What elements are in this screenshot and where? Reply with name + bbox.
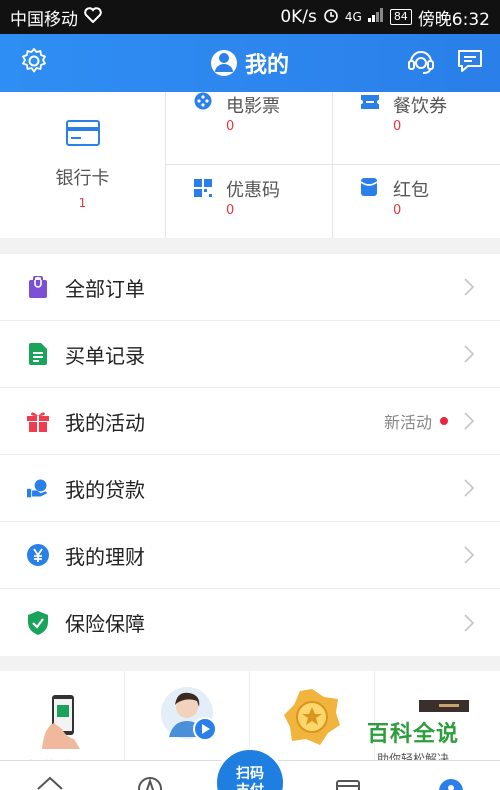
compass-icon xyxy=(136,775,164,790)
red-packet-icon xyxy=(360,178,379,196)
scan-pay-label-line1: 扫码 xyxy=(236,766,264,782)
chevron-right-icon xyxy=(464,278,475,296)
chevron-right-icon xyxy=(464,546,475,564)
menu-item-my-activities[interactable]: 我的活动 新活动 xyxy=(0,388,500,455)
star-badge-icon xyxy=(282,687,342,751)
gear-icon xyxy=(20,47,48,79)
customer-service-button[interactable] xyxy=(406,48,436,78)
dining-voucher-tile[interactable]: 餐饮券 0 xyxy=(333,92,500,165)
tab-mine[interactable] xyxy=(436,775,466,790)
menu-item-all-orders[interactable]: 全部订单 xyxy=(0,254,500,321)
tab-home[interactable] xyxy=(35,775,65,790)
menu-item-label: 全部订单 xyxy=(65,276,145,301)
shield-check-icon xyxy=(27,610,49,635)
phone-in-hand-icon xyxy=(40,693,90,753)
yuan-coin-icon xyxy=(27,543,49,567)
loan-hand-icon xyxy=(27,476,49,500)
alarm-icon xyxy=(323,7,339,28)
user-tab-icon xyxy=(437,775,465,790)
red-packet-count: 0 xyxy=(393,203,402,218)
menu-item-payment-records[interactable]: 买单记录 xyxy=(0,321,500,388)
page-header: 我的 xyxy=(0,34,500,92)
menu-item-my-loans[interactable]: 我的贷款 xyxy=(0,455,500,522)
network-speed: 0K/s xyxy=(280,7,317,27)
movie-ticket-label: 电影票 xyxy=(226,96,280,117)
network-type: 4G xyxy=(344,10,362,24)
status-bar: 中国移动 0K/s 4G 84 傍晚6:32 xyxy=(0,0,500,34)
movie-ticket-count: 0 xyxy=(226,119,235,134)
headset-icon xyxy=(406,46,436,80)
bank-card-icon xyxy=(65,120,100,150)
coupon-code-label: 优惠码 xyxy=(226,180,280,201)
menu-item-label: 我的贷款 xyxy=(65,477,145,502)
tab-cards[interactable] xyxy=(333,775,363,790)
movie-ticket-tile[interactable]: 电影票 0 xyxy=(166,92,333,165)
bank-card-count: 1 xyxy=(78,196,87,210)
bank-card-tile[interactable]: 银行卡 1 xyxy=(0,92,166,238)
chevron-right-icon xyxy=(464,412,475,430)
dining-voucher-count: 0 xyxy=(393,119,402,134)
dining-voucher-label: 餐饮券 xyxy=(393,96,447,117)
bank-card-label: 银行卡 xyxy=(55,168,110,189)
assets-grid: 银行卡 1 电影票 0 餐饮券 0 优惠码 0 红包 0 xyxy=(0,92,500,238)
notification-dot xyxy=(440,417,448,425)
new-activity-label: 新活动 xyxy=(383,413,432,432)
menu-item-label: 买单记录 xyxy=(65,343,145,368)
menu-item-label: 保险保障 xyxy=(65,612,145,636)
signal-icon xyxy=(367,7,384,27)
card-icon xyxy=(334,775,362,790)
menu-item-my-investments[interactable]: 我的理财 xyxy=(0,522,500,589)
page-title: 我的 xyxy=(244,53,289,78)
chevron-right-icon xyxy=(464,479,475,497)
settings-button[interactable] xyxy=(19,48,49,78)
promo-phone-card[interactable]: 推荐浏... xyxy=(0,671,125,766)
user-icon xyxy=(213,50,235,76)
coupon-code-count: 0 xyxy=(226,203,235,218)
menu-list: 全部订单 买单记录 我的活动 新活动 我的贷款 我的理财 保险保障 xyxy=(0,254,500,656)
watermark-title: 百科全说 xyxy=(366,722,459,747)
menu-item-label: 我的理财 xyxy=(65,544,145,569)
document-icon xyxy=(27,342,49,366)
chevron-right-icon xyxy=(464,345,475,363)
promo-banner-icon xyxy=(419,697,469,716)
clock: 傍晚6:32 xyxy=(417,9,490,30)
red-packet-label: 红包 xyxy=(393,180,429,201)
ticket-icon xyxy=(361,94,379,112)
home-icon xyxy=(36,775,64,790)
customer-agent-icon xyxy=(159,685,219,751)
scan-pay-label-line2: 支付 xyxy=(236,783,264,790)
messages-button[interactable] xyxy=(455,48,485,78)
gift-icon xyxy=(27,409,49,433)
chat-icon xyxy=(456,48,484,78)
qr-code-icon xyxy=(194,179,212,197)
film-reel-icon xyxy=(194,92,212,110)
tab-discover[interactable] xyxy=(135,775,165,790)
avatar[interactable] xyxy=(210,50,237,76)
menu-item-label: 我的活动 xyxy=(65,410,145,435)
shopping-bag-icon xyxy=(27,275,49,299)
menu-item-insurance[interactable]: 保险保障 xyxy=(0,589,500,656)
coupon-code-tile[interactable]: 优惠码 0 xyxy=(166,156,333,238)
chevron-right-icon xyxy=(464,613,475,632)
battery-indicator: 84 xyxy=(389,9,412,25)
heart-icon xyxy=(84,6,102,28)
carrier-label: 中国移动 xyxy=(10,9,78,30)
new-activity-badge: 新活动 xyxy=(384,409,448,433)
red-packet-tile[interactable]: 红包 0 xyxy=(333,156,500,238)
